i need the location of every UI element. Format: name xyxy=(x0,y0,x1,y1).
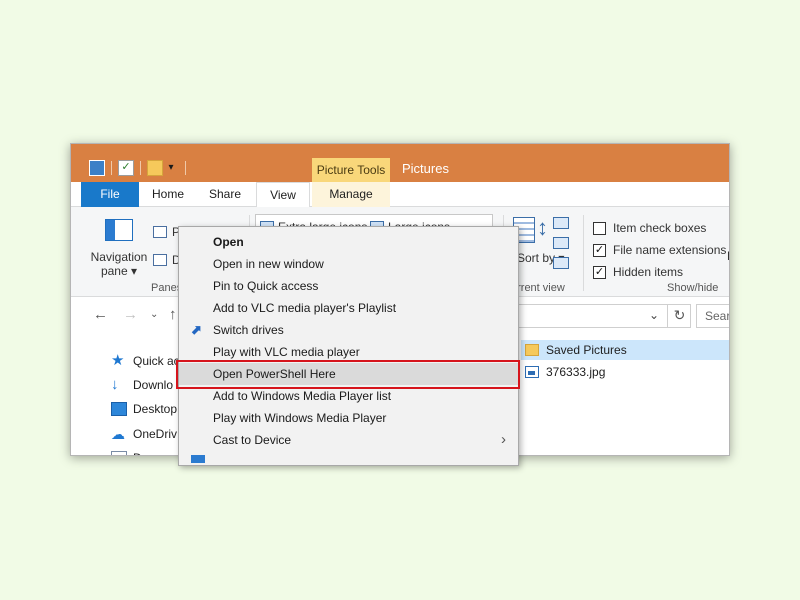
download-icon: ↓ xyxy=(111,376,119,393)
menu-item-cast-to-device[interactable]: Cast to Device › xyxy=(179,429,518,451)
tab-home[interactable]: Home xyxy=(141,182,195,207)
window-title: Pictures xyxy=(402,161,449,176)
menu-item-open[interactable]: Open xyxy=(179,231,518,253)
nav-onedrive[interactable]: ☁ OneDriv xyxy=(111,427,177,441)
star-icon: ★ xyxy=(111,352,125,369)
size-columns-icon[interactable] xyxy=(553,257,569,269)
chevron-down-icon[interactable]: ⌄ xyxy=(649,308,659,322)
folder-icon xyxy=(525,344,539,356)
forward-arrow-icon[interactable]: → xyxy=(123,307,138,323)
nav-documents[interactable]: D xyxy=(111,451,142,455)
nav-item-label: Downlo xyxy=(133,378,174,392)
nav-downloads[interactable]: ↓ Downlo xyxy=(111,376,174,393)
toolbar-separator xyxy=(185,161,186,175)
toolbar-separator xyxy=(111,161,112,175)
tab-view[interactable]: View xyxy=(256,182,310,208)
search-input[interactable]: Searc xyxy=(696,304,729,328)
file-name: 376333.jpg xyxy=(546,365,606,379)
documents-icon xyxy=(111,451,127,455)
submenu-arrow-icon: › xyxy=(501,431,506,448)
file-name-extensions-option[interactable]: ✓ File name extensions xyxy=(593,243,726,257)
ribbon-overflow-label[interactable]: F xyxy=(727,249,729,263)
toolbar-separator xyxy=(140,161,141,175)
show-hide-group-label: Show/hide xyxy=(667,282,719,294)
chevron-down-icon: ▾ xyxy=(131,264,138,278)
highlight-annotation xyxy=(176,360,520,389)
refresh-icon[interactable]: ↻ xyxy=(667,304,691,328)
current-view-group-label: urrent view xyxy=(511,282,565,294)
file-row-saved-pictures[interactable]: Saved Pictures xyxy=(521,340,729,360)
tab-file[interactable]: File xyxy=(81,182,139,207)
quick-access-toolbar: ✓ ▾ xyxy=(89,160,192,176)
hidden-items-checkbox[interactable]: ✓ xyxy=(593,265,606,279)
customize-toolbar-icon[interactable]: ▾ xyxy=(163,160,179,176)
file-name: Saved Pictures xyxy=(546,343,627,357)
sort-arrow-icon: ↕ xyxy=(537,215,548,240)
image-file-icon xyxy=(525,366,539,378)
ribbon-tabs: File Home Share View Manage xyxy=(71,182,729,208)
file-row-image[interactable]: 376333.jpg xyxy=(521,362,729,382)
app-icon[interactable] xyxy=(89,160,105,176)
add-columns-icon[interactable] xyxy=(553,237,569,249)
navigation-pane-label: Navigation pane xyxy=(90,250,148,278)
desktop-icon xyxy=(111,402,127,416)
item-check-boxes-option[interactable]: Item check boxes xyxy=(593,221,706,235)
nav-item-label: OneDriv xyxy=(133,427,178,441)
navigation-pane-button[interactable]: Navigation pane ▾ xyxy=(87,250,151,278)
nav-item-label: D xyxy=(133,451,142,455)
item-check-boxes-label: Item check boxes xyxy=(613,221,707,235)
title-bar: ✓ ▾ Picture Tools Pictures xyxy=(71,144,729,182)
back-arrow-icon[interactable]: ← xyxy=(93,307,108,323)
nav-desktop[interactable]: Desktop xyxy=(111,402,177,416)
onedrive-icon: ☁ xyxy=(111,426,125,442)
menu-item-label: Cast to Device xyxy=(213,433,292,447)
navigation-pane-icon[interactable] xyxy=(105,219,133,241)
context-menu: Open Open in new window Pin to Quick acc… xyxy=(178,226,519,466)
menu-item-add-vlc-playlist[interactable]: Add to VLC media player's Playlist xyxy=(179,297,518,319)
details-pane-icon[interactable] xyxy=(153,254,167,266)
menu-item-switch-drives[interactable]: ⬈ Switch drives xyxy=(179,319,518,341)
group-by-icon[interactable] xyxy=(553,217,569,229)
picture-tools-label: Picture Tools xyxy=(312,158,390,182)
up-arrow-icon[interactable]: ↑ xyxy=(169,307,177,323)
menu-item-play-wmp[interactable]: Play with Windows Media Player xyxy=(179,407,518,429)
hidden-items-label: Hidden items xyxy=(613,265,684,279)
menu-item-icon xyxy=(191,455,205,463)
properties-icon[interactable]: ✓ xyxy=(118,160,134,176)
item-check-boxes-checkbox[interactable] xyxy=(593,221,606,235)
sort-by-label: Sort by xyxy=(517,251,556,265)
file-name-extensions-checkbox[interactable]: ✓ xyxy=(593,243,606,257)
menu-item-label: Switch drives xyxy=(213,323,284,337)
recent-locations-icon[interactable]: ⌄ xyxy=(150,307,158,323)
ribbon-divider xyxy=(583,215,584,291)
menu-item-pin-quick-access[interactable]: Pin to Quick access xyxy=(179,275,518,297)
preview-pane-icon[interactable] xyxy=(153,226,167,238)
new-folder-icon[interactable] xyxy=(147,160,163,176)
switch-drives-icon: ⬈ xyxy=(191,322,202,337)
nav-item-label: Desktop xyxy=(133,402,178,416)
tab-manage[interactable]: Manage xyxy=(312,182,390,207)
file-name-extensions-label: File name extensions xyxy=(613,243,727,257)
hidden-items-option[interactable]: ✓ Hidden items xyxy=(593,265,683,279)
tab-share[interactable]: Share xyxy=(197,182,253,207)
menu-item-open-new-window[interactable]: Open in new window xyxy=(179,253,518,275)
navigation-pane: ★ Quick acce ↓ Downlo Desktop ☁ OneDriv … xyxy=(71,344,192,455)
address-field[interactable] xyxy=(517,304,691,328)
